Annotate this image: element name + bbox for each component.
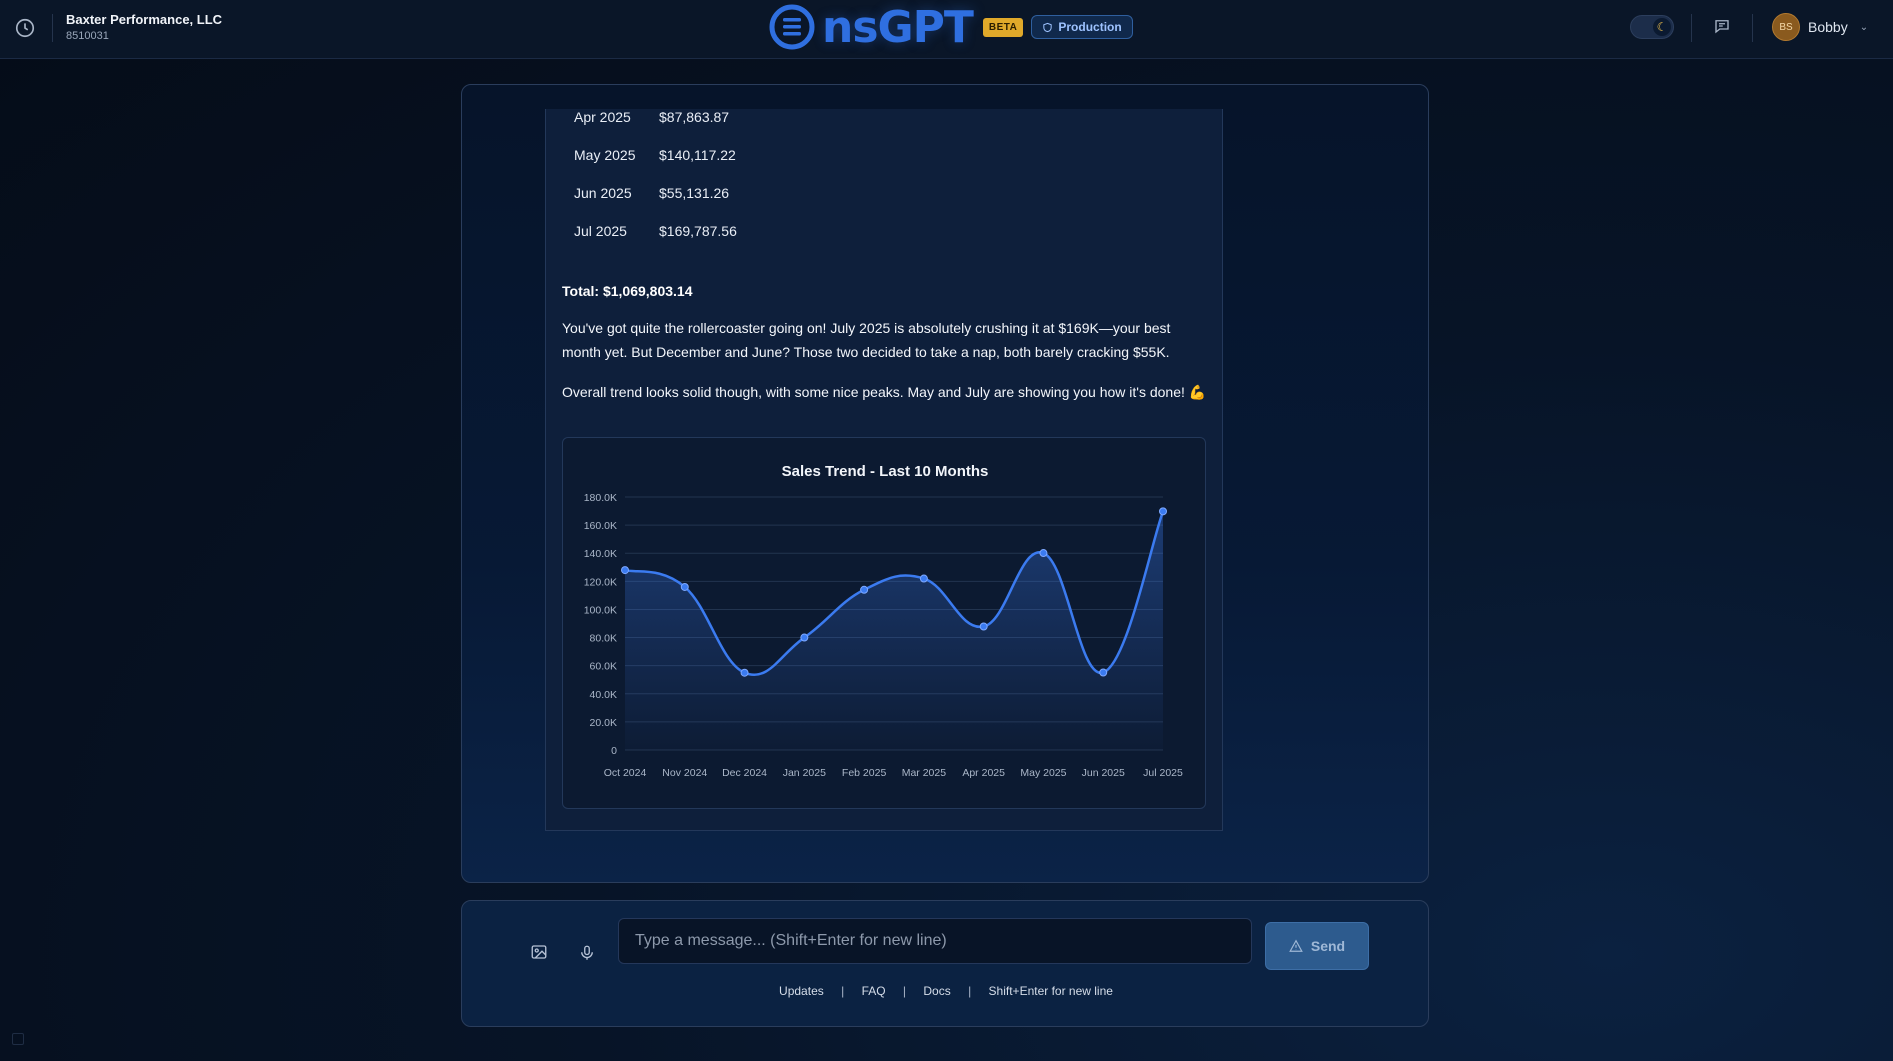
footer-separator: | (968, 984, 972, 998)
data-point (860, 585, 869, 594)
table-row: May 2025 $140,117.22 (574, 147, 737, 185)
y-tick-label: 100.0K (584, 604, 617, 616)
brand-logo: nsGPT BETA Production (768, 1, 1133, 53)
docs-link[interactable]: Docs (923, 984, 950, 998)
y-tick-label: 40.0K (590, 689, 617, 701)
company-name: Baxter Performance, LLC (66, 12, 223, 27)
footer-separator: | (841, 984, 845, 998)
feedback-chat-icon[interactable] (1713, 17, 1733, 37)
microphone-icon[interactable] (578, 943, 598, 963)
updates-link[interactable]: Updates (779, 984, 824, 998)
user-menu[interactable]: BS Bobby ⌄ (1772, 13, 1868, 41)
data-point (979, 622, 988, 631)
history-icon[interactable] (14, 17, 36, 39)
x-tick-label: Nov 2024 (662, 767, 707, 779)
chevron-down-icon: ⌄ (1859, 21, 1869, 33)
footer-separator: | (902, 984, 907, 998)
user-name: Bobby (1808, 19, 1848, 35)
y-tick-label: 120.0K (584, 576, 617, 588)
series-area (625, 511, 1163, 750)
environment-label: Production (1058, 20, 1122, 34)
assistant-message: Apr 2025 $87,863.87 May 2025 $140,117.22… (545, 109, 1223, 831)
data-point (740, 668, 749, 677)
image-attach-icon[interactable] (530, 943, 550, 963)
month-cell: Jul 2025 (574, 223, 627, 239)
table-row: Jun 2025 $55,131.26 (574, 185, 737, 223)
y-tick-label: 140.0K (584, 548, 617, 560)
moon-icon: ☾ (1653, 18, 1671, 36)
data-point (1039, 549, 1048, 558)
nsgpt-logo-icon (769, 4, 815, 50)
divider (1691, 14, 1692, 42)
divider (52, 14, 53, 42)
send-button[interactable]: Send (1265, 922, 1369, 970)
amount-cell: $55,131.26 (659, 185, 730, 201)
data-point (680, 582, 689, 591)
month-cell: Apr 2025 (574, 109, 631, 125)
x-tick-label: Dec 2024 (722, 767, 767, 779)
environment-badge: Production (1031, 15, 1133, 39)
message-paragraph: Overall trend looks solid though, with s… (562, 384, 1207, 400)
shortcut-hint: Shift+Enter for new line (988, 984, 1113, 998)
month-cell: Jun 2025 (574, 185, 632, 201)
beta-badge: BETA (982, 17, 1024, 37)
y-tick-label: 60.0K (590, 661, 617, 673)
x-tick-label: Jun 2025 (1082, 767, 1125, 779)
sales-trend-chart: Sales Trend - Last 10 Months 0 20.0K 40.0K 6… (584, 463, 1183, 779)
chart-title: Sales Trend - Last 10 Months (782, 463, 989, 480)
x-tick-label: Apr 2025 (962, 767, 1005, 779)
sales-table: Apr 2025 $87,863.87 May 2025 $140,117.22… (574, 109, 737, 261)
theme-toggle[interactable]: ☾ (1630, 15, 1674, 39)
x-tick-label: Mar 2025 (902, 767, 947, 779)
x-tick-label: Jan 2025 (783, 767, 826, 779)
send-label: Send (1310, 938, 1346, 954)
table-row: Jul 2025 $169,787.56 (574, 223, 737, 261)
month-cell: May 2025 (574, 147, 636, 163)
sales-chart-card: Sales Trend - Last 10 Months 0 20.0K 40.0K 6… (562, 437, 1206, 809)
message-paragraph: You've got quite the rollercoaster going… (562, 320, 1171, 360)
company-id: 8510031 (66, 30, 109, 42)
y-tick-label: 20.0K (590, 717, 617, 729)
total-text: Total: $1,069,803.14 (562, 283, 693, 299)
message-input[interactable] (618, 918, 1252, 964)
x-tick-label: Feb 2025 (842, 767, 887, 779)
table-row: Apr 2025 $87,863.87 (574, 109, 737, 147)
top-bar: Baxter Performance, LLC 8510031 nsGPT BE… (0, 0, 1893, 59)
company-info[interactable]: Baxter Performance, LLC 8510031 (66, 12, 222, 42)
y-tick-label: 160.0K (584, 520, 617, 532)
footer-links: Updates | FAQ | Docs | Shift+Enter for n… (462, 984, 1430, 998)
y-tick-label: 80.0K (590, 633, 617, 645)
composer: Send Updates | FAQ | Docs | Shift+Enter … (461, 900, 1429, 1027)
avatar: BS (1772, 13, 1800, 41)
data-point (621, 566, 629, 575)
amount-cell: $169,787.56 (659, 223, 737, 239)
faq-link[interactable]: FAQ (862, 984, 886, 998)
divider (1752, 14, 1753, 42)
amount-cell: $87,863.87 (659, 109, 730, 125)
y-tick-label: 0 (611, 745, 617, 757)
y-tick-label: 180.0K (584, 492, 617, 504)
data-point (1159, 507, 1167, 516)
corner-icon (12, 1033, 24, 1045)
shield-icon (1043, 22, 1053, 32)
x-tick-label: Jul 2025 (1143, 767, 1183, 779)
data-point (1099, 668, 1108, 677)
data-point (919, 574, 928, 583)
brand-wordmark: nsGPT (822, 1, 974, 53)
x-tick-label: May 2025 (1020, 767, 1066, 779)
data-point (800, 633, 809, 642)
x-tick-label: Oct 2024 (604, 767, 647, 779)
amount-cell: $140,117.22 (659, 147, 736, 163)
chat-panel: Apr 2025 $87,863.87 May 2025 $140,117.22… (461, 84, 1429, 883)
send-warning-icon (1289, 939, 1303, 952)
